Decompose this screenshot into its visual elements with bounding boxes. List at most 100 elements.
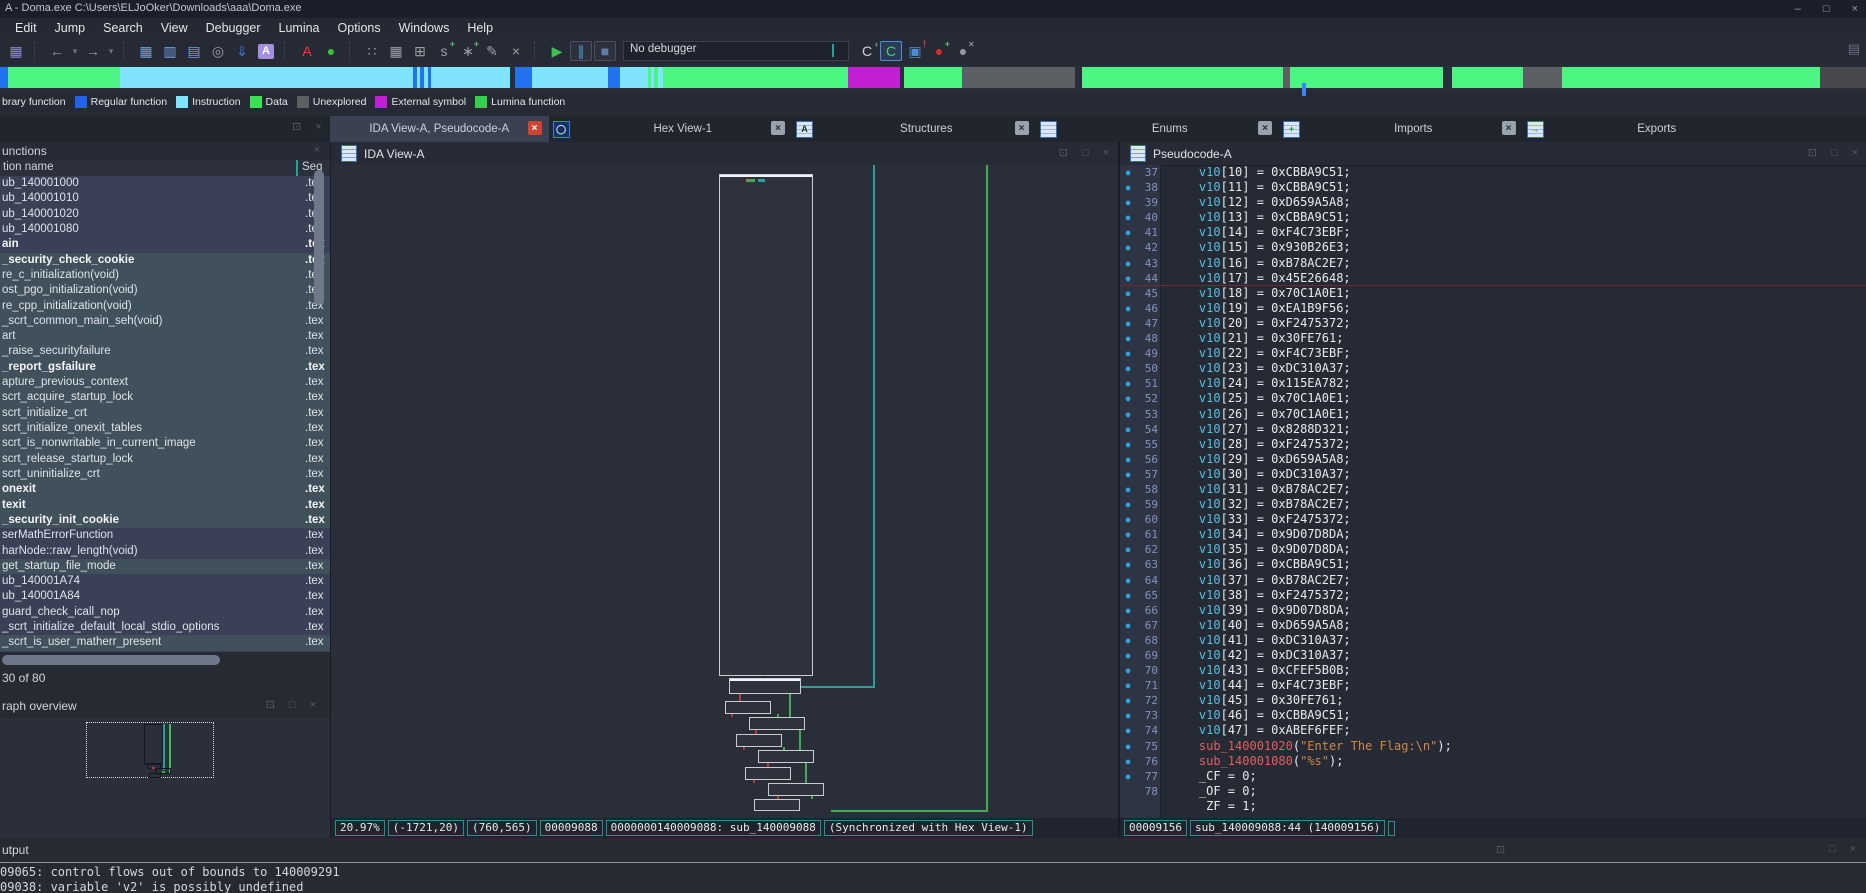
pseudocode-line[interactable]: ●77 _CF = 0;: [1120, 769, 1866, 784]
tab-close-icon[interactable]: ×: [771, 121, 785, 135]
function-row[interactable]: ub_140001A74.tex: [0, 574, 330, 589]
jump-address-icon[interactable]: ▦: [135, 41, 157, 61]
breakpoint-dot[interactable]: [1120, 784, 1136, 799]
output-line[interactable]: 09065: control flows out of bounds to 14…: [0, 865, 1866, 880]
menu-help[interactable]: Help: [458, 19, 502, 37]
breakpoint-dot[interactable]: ●: [1120, 422, 1136, 437]
breakpoint-dot[interactable]: ●: [1120, 723, 1136, 738]
function-row[interactable]: onexit.tex: [0, 482, 330, 497]
pseudocode-line[interactable]: ●52 v10[25] = 0x70C1A0E1;: [1120, 391, 1866, 406]
pseudocode-line[interactable]: ●64 v10[37] = 0xB78AC2E7;: [1120, 573, 1866, 588]
breakpoint-dot[interactable]: [1120, 799, 1136, 814]
breakpoint-dot[interactable]: ●: [1120, 256, 1136, 271]
scrollbar-thumb[interactable]: [2, 655, 220, 665]
float-icon[interactable]: □: [1831, 147, 1838, 159]
function-row[interactable]: guard_check_icall_nop.tex: [0, 605, 330, 620]
breakpoint-dot[interactable]: ●: [1120, 482, 1136, 497]
function-row[interactable]: get_startup_file_mode.tex: [0, 559, 330, 574]
function-row[interactable]: _security_check_cookie.tex: [0, 253, 330, 268]
breakpoint-dot[interactable]: ●: [1120, 663, 1136, 678]
function-row[interactable]: scrt_release_startup_lock.tex: [0, 452, 330, 467]
pseudocode-line[interactable]: ●49 v10[22] = 0xF4C73EBF;: [1120, 346, 1866, 361]
highlight-a-icon[interactable]: A: [255, 41, 277, 61]
pseudocode-line[interactable]: ●42 v10[15] = 0x930B26E3;: [1120, 240, 1866, 255]
float-icon[interactable]: □: [1829, 843, 1836, 855]
debugger-selector[interactable]: No debugger: [623, 41, 849, 61]
pseudocode-line[interactable]: ●74 v10[47] = 0xABEF6FEF;: [1120, 723, 1866, 738]
pseudocode-line[interactable]: ●54 v10[27] = 0x8288D321;: [1120, 422, 1866, 437]
breakpoint-dot[interactable]: ●: [1120, 165, 1136, 180]
maximize-icon[interactable]: □: [1823, 3, 1830, 15]
menu-windows[interactable]: Windows: [390, 19, 459, 37]
breakpoint-dot[interactable]: ●: [1120, 210, 1136, 225]
navband-segment[interactable]: [515, 67, 532, 88]
pseudocode-line[interactable]: ●39 v10[12] = 0xD659A5A8;: [1120, 195, 1866, 210]
close-icon[interactable]: ×: [315, 121, 321, 133]
graph-canvas[interactable]: [331, 165, 1119, 818]
pseudocode-line[interactable]: ●66 v10[39] = 0x9D07D8DA;: [1120, 603, 1866, 618]
function-row[interactable]: scrt_acquire_startup_lock.tex: [0, 390, 330, 405]
tab-enums[interactable]: Enums×: [1061, 116, 1280, 142]
functions-horizontal-scrollbar[interactable]: [0, 653, 330, 667]
graph-node-main[interactable]: [719, 174, 813, 676]
pseudocode-line[interactable]: ●59 v10[32] = 0xB78AC2E7;: [1120, 497, 1866, 512]
navband-segment[interactable]: [1283, 67, 1290, 88]
breakpoint-dot[interactable]: ●: [1120, 271, 1136, 286]
patch-icon[interactable]: ∗+: [457, 41, 479, 61]
close-icon[interactable]: ×: [1852, 147, 1858, 159]
close-icon[interactable]: ×: [1103, 147, 1109, 159]
make-struct-icon[interactable]: ⊞: [409, 41, 431, 61]
function-row[interactable]: scrt_uninitialize_crt.tex: [0, 467, 330, 482]
graph-overview-canvas[interactable]: [0, 718, 330, 838]
pseudocode-line[interactable]: ●72 v10[45] = 0x30FE761;: [1120, 693, 1866, 708]
nav-back-icon[interactable]: ←: [46, 41, 68, 61]
breakpoint-dot[interactable]: ●: [1120, 633, 1136, 648]
navband-segment[interactable]: [1290, 67, 1443, 88]
functions-panel-controls[interactable]: ×: [314, 144, 320, 156]
graph-node[interactable]: [745, 767, 791, 780]
navband-segment[interactable]: [0, 67, 8, 88]
function-row[interactable]: ub_140001000.tex: [0, 176, 330, 191]
breakpoint-dot[interactable]: ●: [1120, 769, 1136, 784]
pseudocode-header[interactable]: Pseudocode-A ⊡□×: [1120, 142, 1866, 166]
tab-close-icon[interactable]: ×: [528, 121, 542, 135]
menu-view[interactable]: View: [152, 19, 197, 37]
breakpoint-dot[interactable]: ●: [1120, 527, 1136, 542]
navband-position-indicator[interactable]: [1302, 83, 1306, 96]
debugger-stop-icon[interactable]: ■: [594, 41, 616, 61]
graph-node[interactable]: [736, 734, 782, 747]
pseudocode-line[interactable]: ●61 v10[34] = 0x9D07D8DA;: [1120, 527, 1866, 542]
tab-imports[interactable]: Imports×: [1304, 116, 1523, 142]
function-row[interactable]: texit.tex: [0, 498, 330, 513]
navband-segment[interactable]: [608, 67, 620, 88]
breakpoint-dot[interactable]: ●: [1120, 391, 1136, 406]
navband-segment[interactable]: [1443, 67, 1452, 88]
function-row[interactable]: re_c_initialization(void).tex: [0, 268, 330, 283]
navband-segment[interactable]: [1452, 67, 1523, 88]
pseudocode-line[interactable]: ●43 v10[16] = 0xB78AC2E7;: [1120, 256, 1866, 271]
restore-icon[interactable]: ⊡: [292, 120, 301, 133]
tab-area-controls[interactable]: ⊡×: [292, 120, 322, 133]
pseudocode-line[interactable]: ●55 v10[28] = 0xF2475372;: [1120, 437, 1866, 452]
breakpoint-dot[interactable]: ●: [1120, 557, 1136, 572]
function-row[interactable]: serMathErrorFunction.tex: [0, 528, 330, 543]
pseudocode-line[interactable]: ●71 v10[44] = 0xF4C73EBF;: [1120, 678, 1866, 693]
column-separator[interactable]: [296, 160, 298, 176]
pseudocode-line[interactable]: ●45 v10[18] = 0x70C1A0E1;: [1120, 286, 1866, 301]
output-line[interactable]: 09038: variable 'v2' is possibly undefin…: [0, 880, 1866, 893]
output-log[interactable]: 09065: control flows out of bounds to 14…: [0, 865, 1866, 893]
navband-segment[interactable]: [1523, 67, 1562, 88]
breakpoint-dot[interactable]: ●: [1120, 437, 1136, 452]
pseudocode-line[interactable]: ●60 v10[33] = 0xF2475372;: [1120, 512, 1866, 527]
breakpoint-dot[interactable]: ●: [1120, 376, 1136, 391]
lumina-sphere-icon[interactable]: ●: [320, 41, 342, 61]
navband-segment[interactable]: [904, 67, 962, 88]
breakpoint-dot[interactable]: ●: [1120, 542, 1136, 557]
tab-close-icon[interactable]: ×: [1502, 121, 1516, 135]
problems-a-icon[interactable]: A: [296, 41, 318, 61]
function-row[interactable]: art.tex: [0, 329, 330, 344]
pseudocode-line[interactable]: ●73 v10[46] = 0xCBBA9C51;: [1120, 708, 1866, 723]
tab-structures[interactable]: Structures×: [817, 116, 1036, 142]
pseudocode-line[interactable]: 78 _OF = 0;: [1120, 784, 1866, 799]
pseudocode-line[interactable]: ●76 sub_140001080("%s");: [1120, 754, 1866, 769]
